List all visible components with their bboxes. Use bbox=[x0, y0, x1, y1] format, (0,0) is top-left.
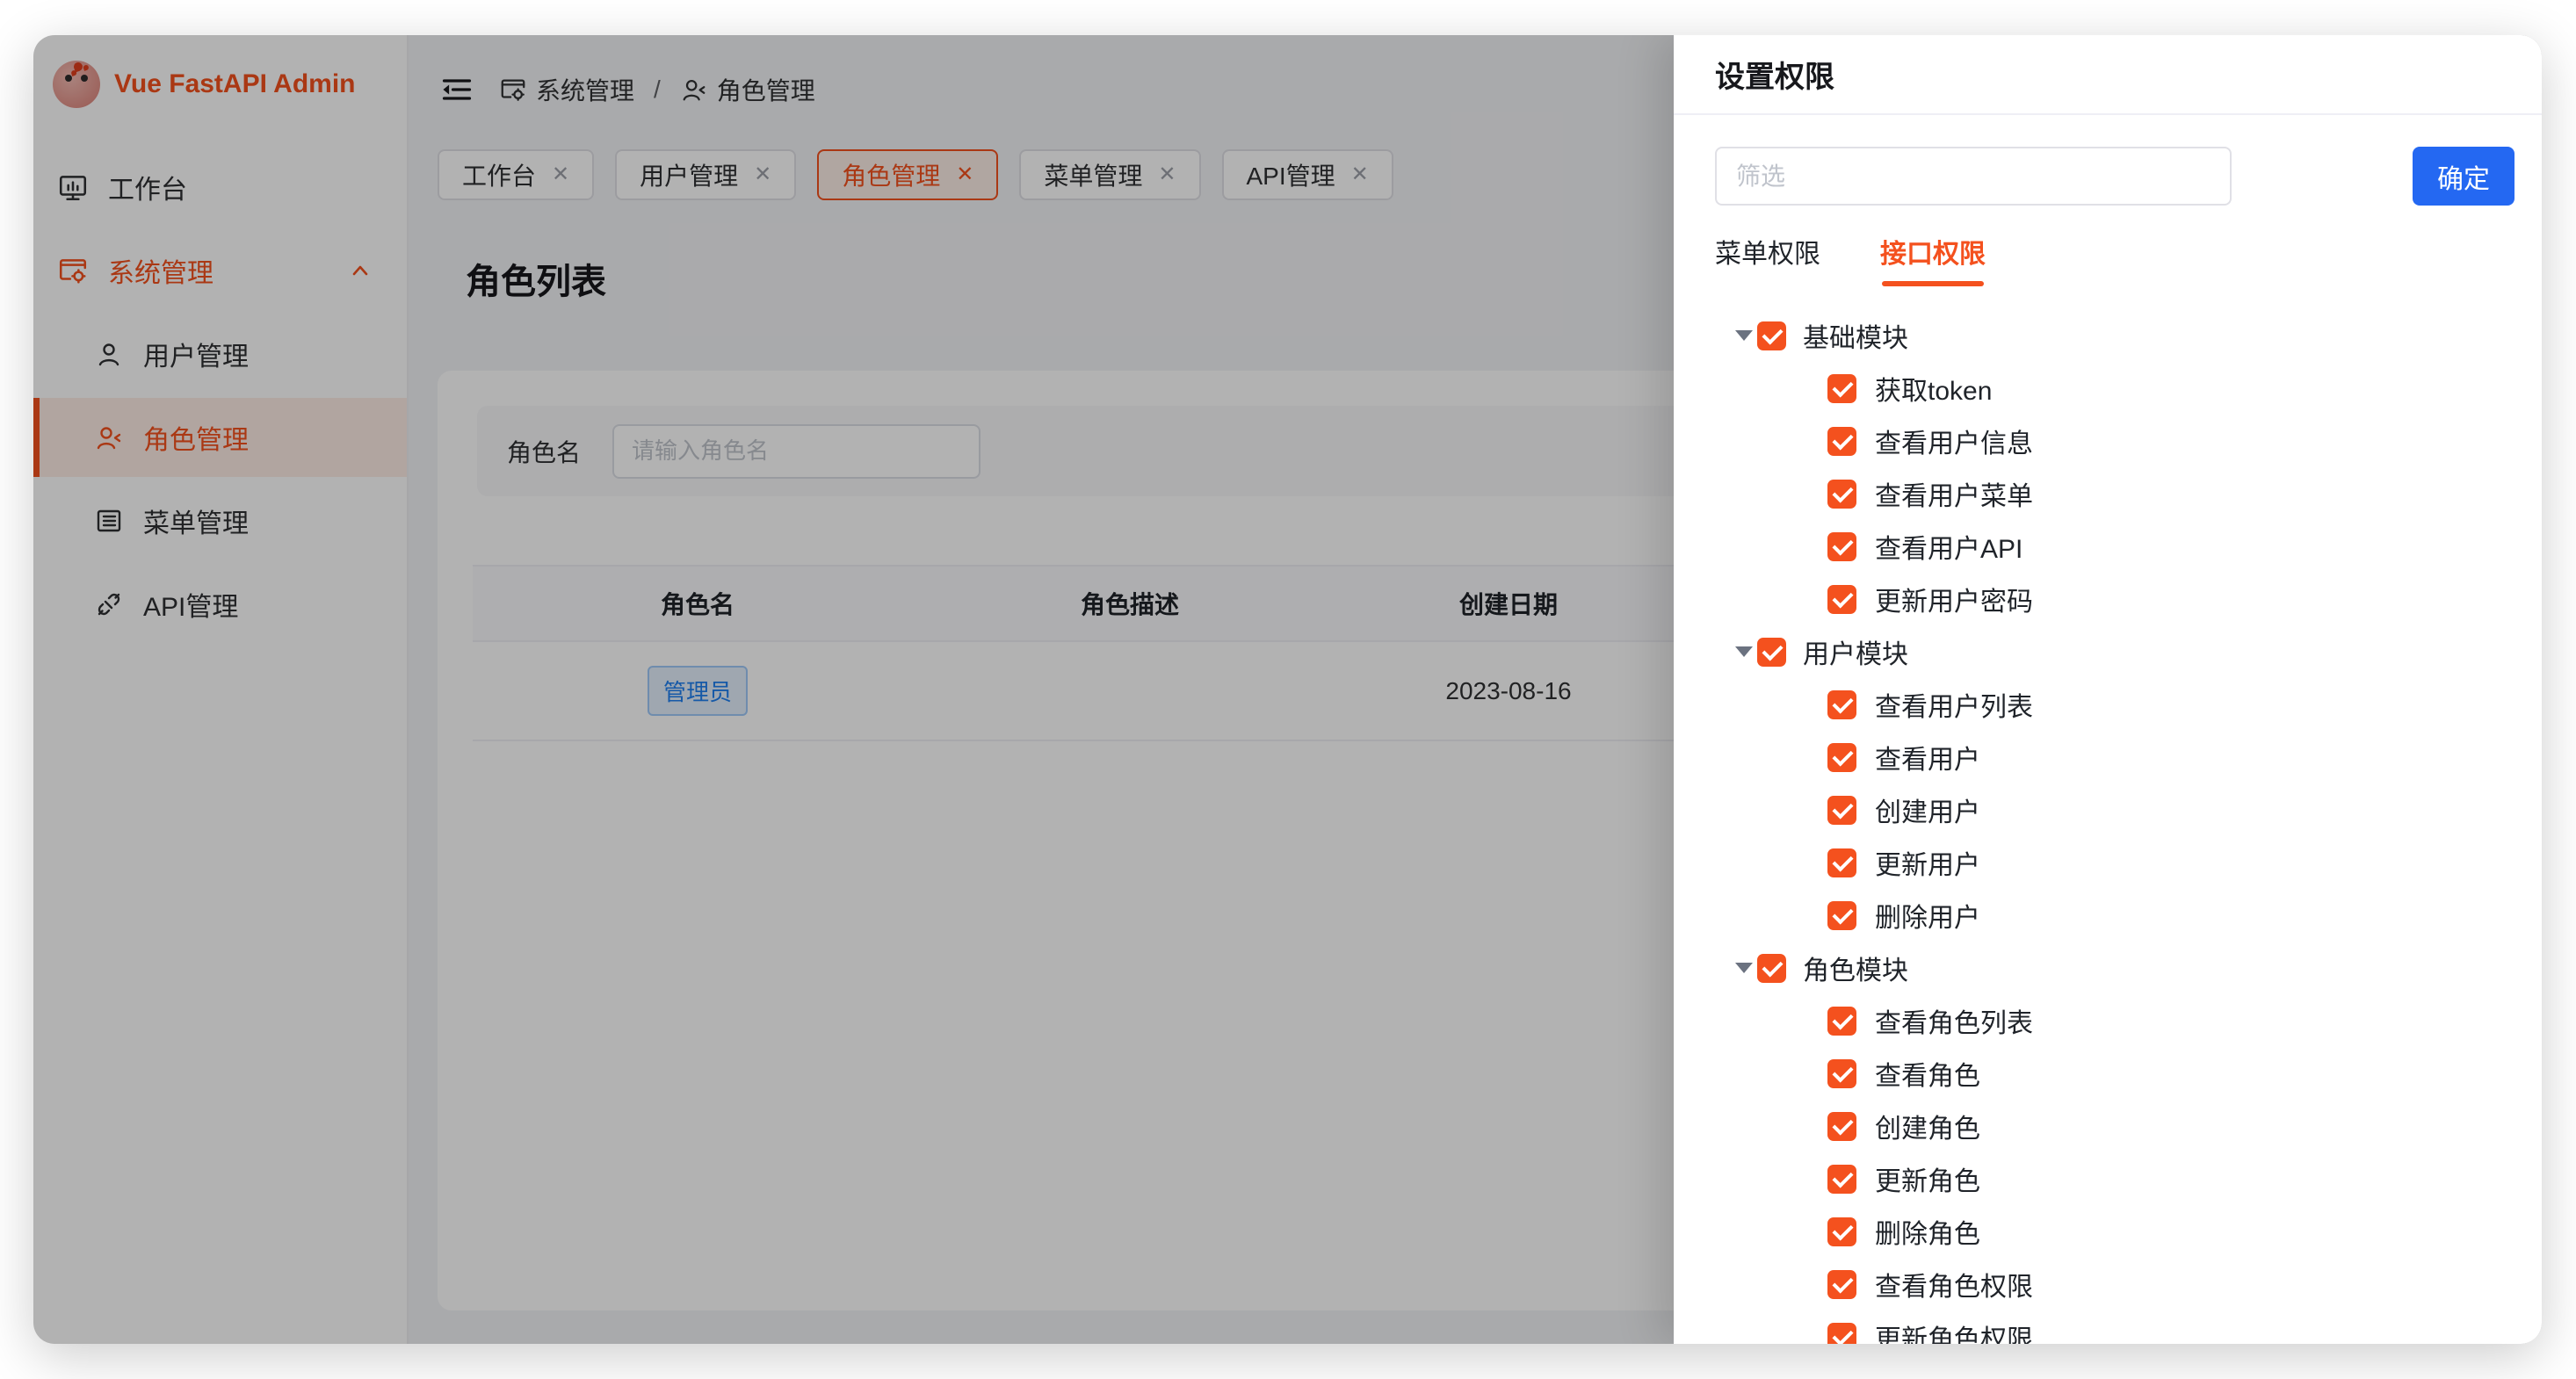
tree-item: 创建用户 bbox=[1715, 783, 2514, 836]
checkbox-checked[interactable] bbox=[1827, 796, 1856, 825]
checkbox-checked[interactable] bbox=[1827, 743, 1856, 772]
tree-item: 查看用户列表 bbox=[1715, 678, 2514, 731]
checkbox-checked[interactable] bbox=[1827, 1059, 1856, 1088]
app-window: Vue FastAPI Admin 工作台 系统管理 bbox=[33, 35, 2542, 1344]
checkbox-checked[interactable] bbox=[1827, 901, 1856, 930]
tree-group-user: 用户模块 bbox=[1715, 625, 2514, 678]
tree-item: 查看用户 bbox=[1715, 731, 2514, 783]
tree-item: 更新角色 bbox=[1715, 1152, 2514, 1205]
drawer-header: 设置权限 bbox=[1674, 35, 2542, 115]
tab-api-permissions[interactable]: 接口权限 bbox=[1880, 232, 1986, 286]
tree-item: 删除用户 bbox=[1715, 889, 2514, 942]
tree-group-role: 角色模块 bbox=[1715, 942, 2514, 994]
checkbox-checked[interactable] bbox=[1827, 585, 1856, 614]
set-permissions-drawer: 设置权限 确定 菜单权限 接口权限 基础模块 获取token bbox=[1674, 35, 2542, 1344]
checkbox-checked[interactable] bbox=[1827, 1165, 1856, 1194]
checkbox-checked[interactable] bbox=[1827, 1007, 1856, 1036]
tree-item: 删除角色 bbox=[1715, 1205, 2514, 1258]
checkbox-checked[interactable] bbox=[1827, 1270, 1856, 1299]
checkbox-checked[interactable] bbox=[1827, 1112, 1856, 1141]
tree-item: 更新用户密码 bbox=[1715, 573, 2514, 625]
tree-item: 查看角色列表 bbox=[1715, 994, 2514, 1047]
tree-group-base: 基础模块 bbox=[1715, 309, 2514, 362]
tree-item: 查看角色权限 bbox=[1715, 1258, 2514, 1310]
tree-item: 查看用户信息 bbox=[1715, 415, 2514, 467]
tree-item: 获取token bbox=[1715, 362, 2514, 415]
checkbox-checked[interactable] bbox=[1827, 1217, 1856, 1246]
permission-tabs: 菜单权限 接口权限 bbox=[1715, 232, 2514, 286]
tab-menu-permissions[interactable]: 菜单权限 bbox=[1715, 232, 1820, 286]
drawer-body: 确定 菜单权限 接口权限 基础模块 获取token 查看用户信息 bbox=[1674, 115, 2542, 1344]
tree-item: 更新用户 bbox=[1715, 836, 2514, 889]
checkbox-checked[interactable] bbox=[1827, 374, 1856, 403]
checkbox-checked[interactable] bbox=[1827, 480, 1856, 509]
caret-down-icon[interactable] bbox=[1735, 963, 1753, 973]
checkbox-checked[interactable] bbox=[1827, 532, 1856, 561]
checkbox-checked[interactable] bbox=[1827, 848, 1856, 877]
tree-item: 查看用户菜单 bbox=[1715, 467, 2514, 520]
filter-row: 确定 bbox=[1715, 147, 2514, 206]
tree-item: 更新角色权限 bbox=[1715, 1310, 2514, 1344]
confirm-button[interactable]: 确定 bbox=[2413, 147, 2514, 206]
tree-item: 查看角色 bbox=[1715, 1047, 2514, 1100]
permission-tree: 基础模块 获取token 查看用户信息 查看用户菜单 查看用户API bbox=[1715, 309, 2514, 1344]
caret-down-icon[interactable] bbox=[1735, 646, 1753, 657]
checkbox-checked[interactable] bbox=[1827, 1323, 1856, 1345]
caret-down-icon[interactable] bbox=[1735, 330, 1753, 341]
drawer-title: 设置权限 bbox=[1715, 53, 1834, 96]
tree-item: 创建角色 bbox=[1715, 1100, 2514, 1152]
checkbox-checked[interactable] bbox=[1827, 427, 1856, 456]
checkbox-checked[interactable] bbox=[1757, 954, 1786, 983]
checkbox-checked[interactable] bbox=[1757, 321, 1786, 350]
filter-input[interactable] bbox=[1715, 147, 2232, 206]
checkbox-checked[interactable] bbox=[1757, 638, 1786, 667]
tree-item: 查看用户API bbox=[1715, 520, 2514, 573]
checkbox-checked[interactable] bbox=[1827, 690, 1856, 719]
